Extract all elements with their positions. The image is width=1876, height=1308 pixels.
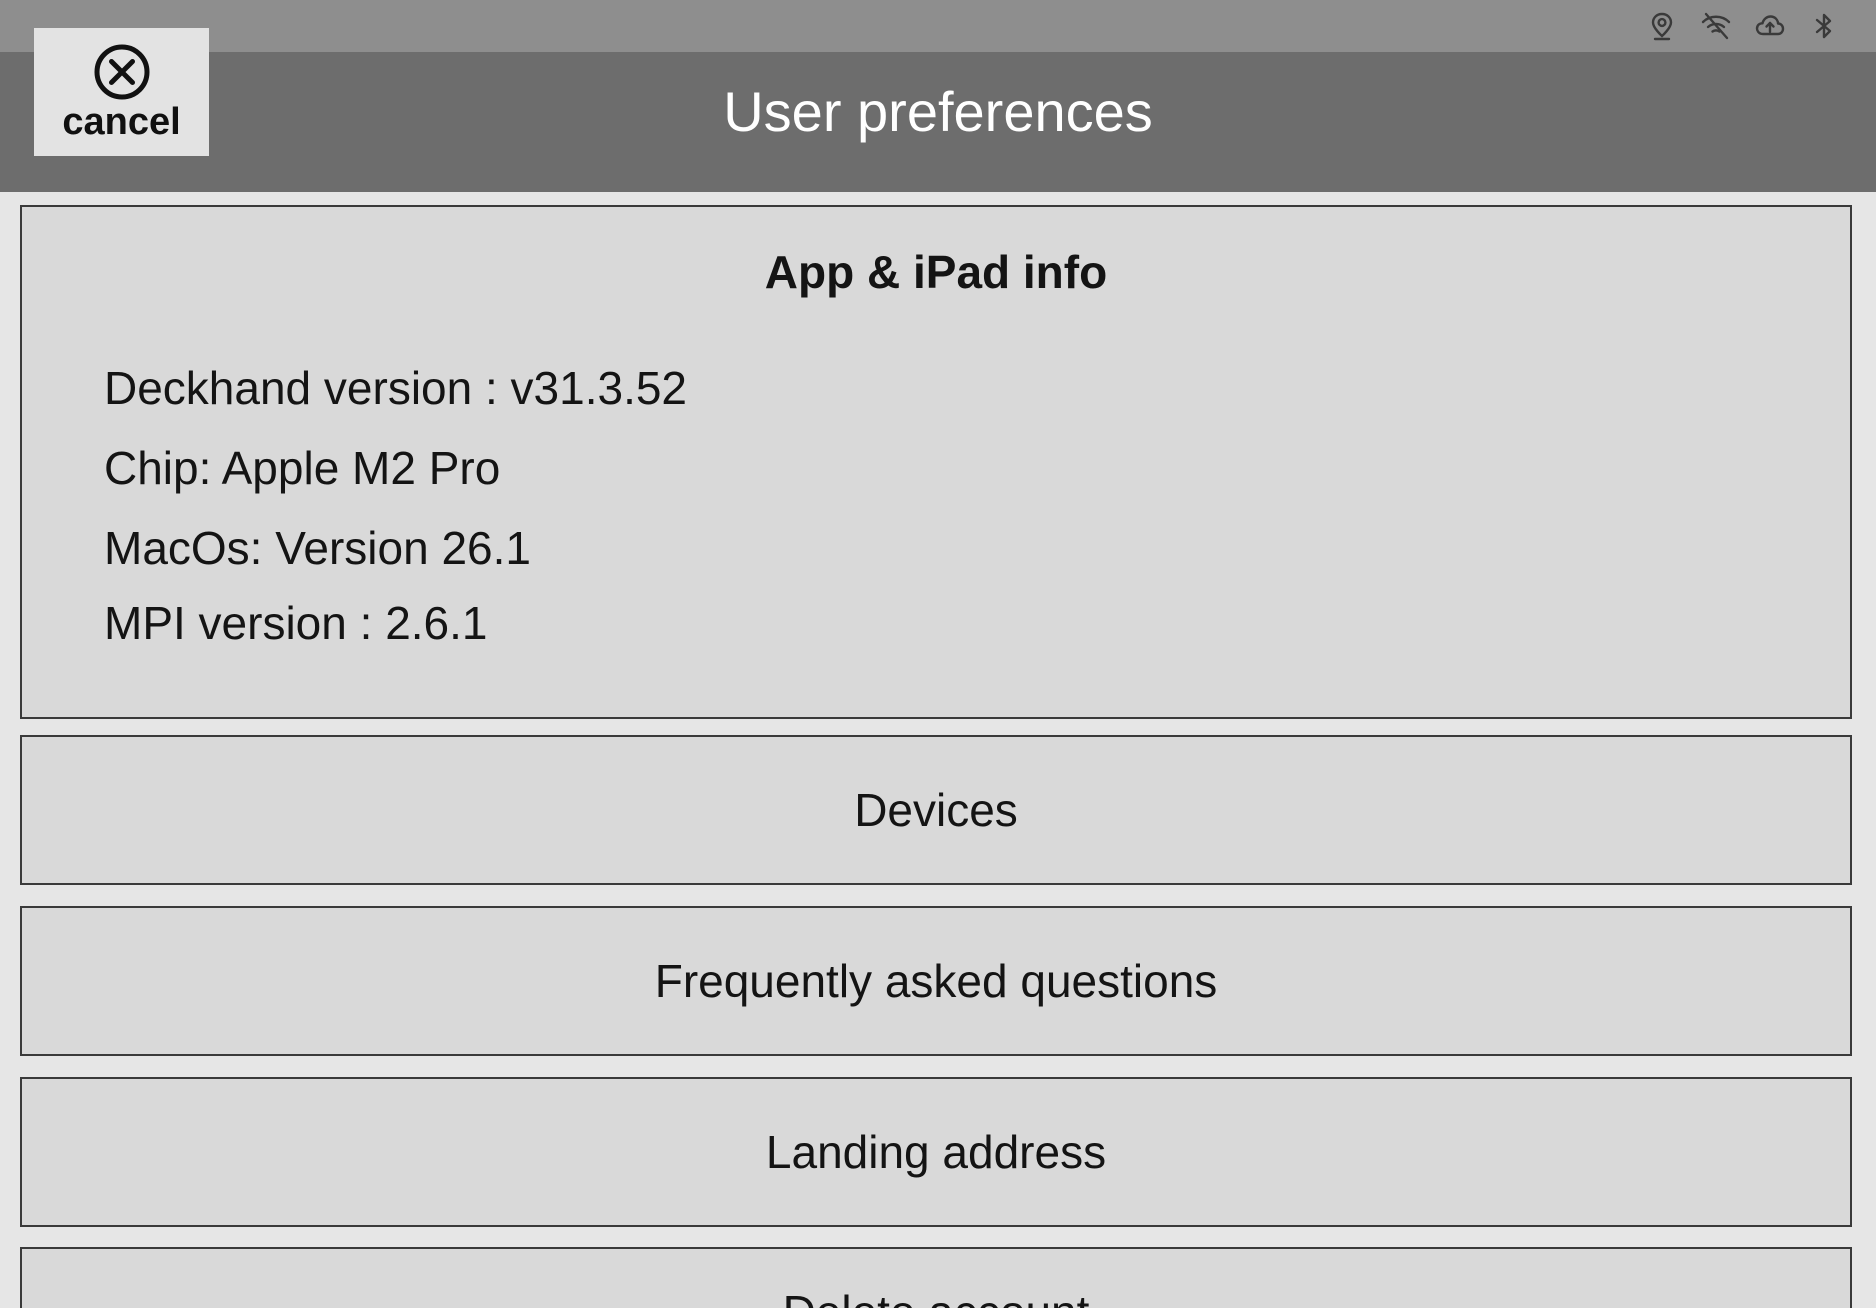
- page-title: User preferences: [723, 80, 1153, 143]
- faq-label: Frequently asked questions: [654, 955, 1218, 1007]
- delete-account-label: Delete account: [783, 1289, 1090, 1308]
- info-panel-title: App & iPad info: [764, 246, 1108, 298]
- cloud-upload-icon: [1755, 15, 1785, 36]
- status-bar: [0, 0, 1876, 52]
- wifi-off-icon: [1701, 12, 1731, 40]
- devices-label: Devices: [854, 784, 1018, 836]
- deckhand-version-text: Deckhand version : v31.3.52: [104, 362, 688, 414]
- header-bar: cancel User preferences: [0, 28, 1876, 192]
- devices-button[interactable]: Devices: [20, 735, 1852, 885]
- faq-button[interactable]: Frequently asked questions: [20, 906, 1852, 1056]
- landing-address-label: Landing address: [765, 1126, 1107, 1178]
- delete-account-button[interactable]: Delete account: [20, 1247, 1852, 1308]
- status-icons: [1646, 10, 1840, 42]
- chip-text: Chip: Apple M2 Pro: [104, 442, 501, 494]
- location-pin-icon: [1651, 12, 1673, 41]
- landing-address-button[interactable]: Landing address: [20, 1077, 1852, 1227]
- bluetooth-icon: [1815, 13, 1832, 39]
- macos-version-text: MacOs: Version 26.1: [104, 522, 531, 574]
- mpi-version-text: MPI version : 2.6.1: [104, 597, 488, 649]
- app-info-panel: App & iPad info Deckhand version : v31.3…: [20, 205, 1852, 719]
